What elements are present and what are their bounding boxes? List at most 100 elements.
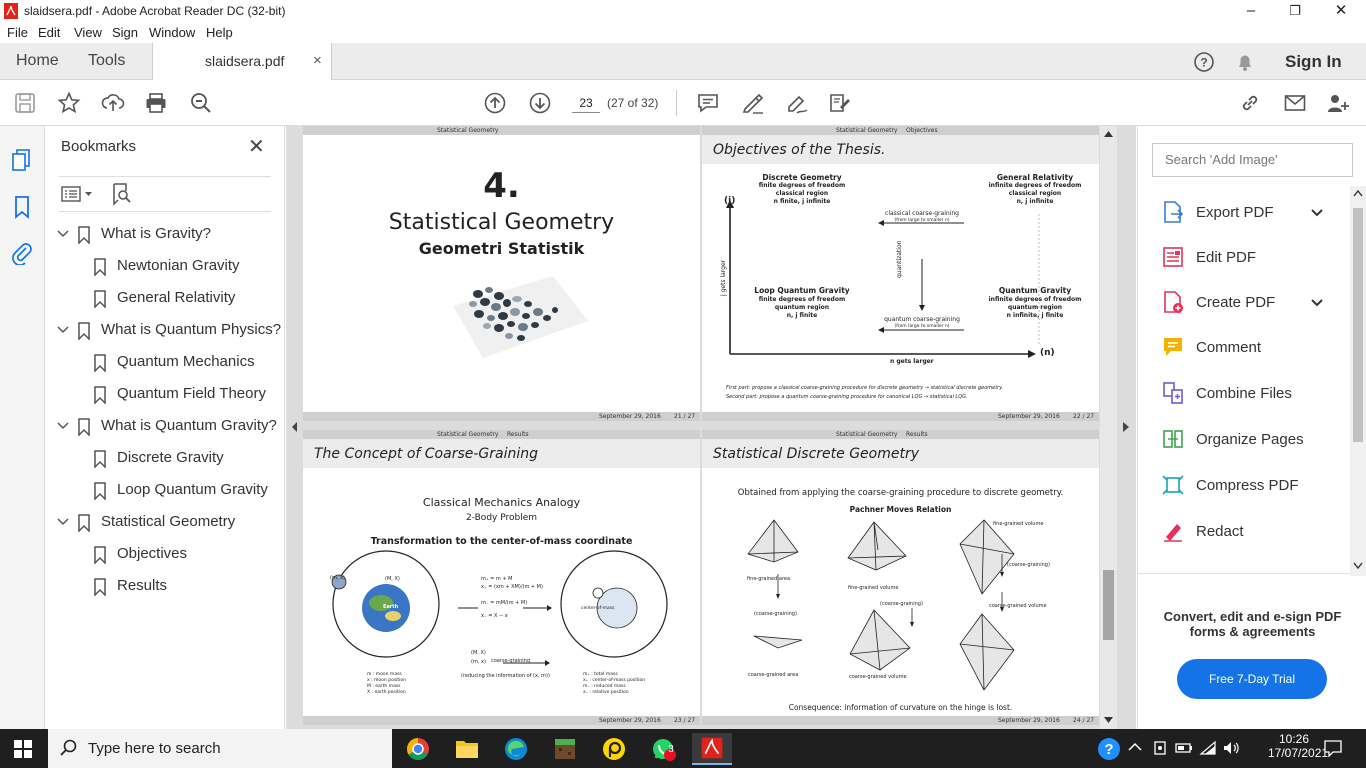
attachments-icon[interactable]: [11, 241, 33, 265]
battery-icon[interactable]: [1175, 741, 1193, 755]
fill-sign-icon[interactable]: [785, 91, 809, 115]
free-trial-button[interactable]: Free 7-Day Trial: [1177, 659, 1327, 699]
minimize-button[interactable]: –: [1228, 0, 1274, 22]
bookmark-discrete-gravity[interactable]: Discrete Gravity: [56, 449, 281, 473]
email-icon[interactable]: [1283, 91, 1307, 115]
minecraft-icon[interactable]: [545, 733, 585, 765]
volume-icon[interactable]: [1222, 740, 1240, 756]
menu-file[interactable]: File: [7, 25, 28, 40]
menu-view[interactable]: View: [74, 25, 102, 40]
chevron-up-icon[interactable]: [1128, 742, 1142, 752]
notification-bell-icon[interactable]: [1234, 51, 1256, 73]
highlight-pen-icon[interactable]: [741, 91, 765, 115]
bookmark-what-is-gravity[interactable]: What is Gravity?: [56, 225, 281, 249]
add-user-icon[interactable]: [1326, 91, 1350, 115]
scroll-up-icon[interactable]: [1103, 130, 1114, 138]
quadrant-text: n finite, j infinite: [773, 198, 831, 205]
send-for-signature-icon[interactable]: [828, 91, 852, 115]
scroll-down-icon[interactable]: [1103, 716, 1114, 724]
bookmark-label: What is Quantum Physics?: [101, 321, 282, 338]
expand-right-panel-icon[interactable]: [1122, 420, 1130, 434]
sign-in-button[interactable]: Sign In: [1285, 52, 1342, 72]
zoom-out-icon[interactable]: [189, 91, 213, 115]
next-page-icon[interactable]: [528, 91, 552, 115]
bookmark-what-is-quantum-physics[interactable]: What is Quantum Physics?: [56, 321, 281, 345]
slide-nav-bar: Statistical Geometry Objectives: [702, 126, 1099, 135]
tab-tools[interactable]: Tools: [88, 52, 125, 70]
acrobat-taskbar-icon[interactable]: [692, 733, 732, 765]
bookmark-quantum-mechanics[interactable]: Quantum Mechanics: [56, 353, 281, 377]
page-number-input[interactable]: 23: [572, 93, 600, 113]
notifications-icon[interactable]: [1323, 739, 1343, 757]
close-bookmarks-icon[interactable]: ✕: [248, 134, 265, 159]
bookmark-results[interactable]: Results: [56, 577, 281, 601]
bookmark-newtonian-gravity[interactable]: Newtonian Gravity: [56, 257, 281, 281]
maximize-button[interactable]: ❐: [1272, 0, 1318, 22]
slide-21: Statistical Geometry 4. Statistical Geom…: [303, 126, 700, 421]
bookmark-general-relativity[interactable]: General Relativity: [56, 289, 281, 313]
bookmark-objectives[interactable]: Objectives: [56, 545, 281, 569]
menu-sign[interactable]: Sign: [112, 25, 138, 40]
bookmark-statistical-geometry[interactable]: Statistical Geometry: [56, 513, 281, 537]
fine-grained-area-label: fine-grained area: [747, 576, 791, 582]
close-window-button[interactable]: ✕: [1318, 0, 1364, 22]
bookmark-star-icon[interactable]: [57, 91, 81, 115]
chevron-down-icon[interactable]: [56, 323, 70, 337]
tools-search-input[interactable]: Search 'Add Image': [1152, 143, 1353, 177]
share-upload-icon[interactable]: [101, 91, 125, 115]
windows-start-icon[interactable]: [14, 740, 32, 758]
collapse-left-panel-icon[interactable]: [289, 420, 299, 434]
tool-label: Organize Pages: [1196, 431, 1304, 448]
wifi-icon[interactable]: [1199, 740, 1217, 756]
previous-page-icon[interactable]: [483, 91, 507, 115]
save-icon[interactable]: [13, 91, 37, 115]
menu-window[interactable]: Window: [149, 25, 195, 40]
bookmark-label: Quantum Field Theory: [117, 385, 266, 402]
scroll-down-icon[interactable]: [1353, 562, 1363, 569]
nav-subsection-label: Results: [906, 431, 928, 438]
device-tray-icon[interactable]: [1152, 740, 1168, 756]
chevron-down-icon[interactable]: [56, 515, 70, 529]
chevron-down-icon[interactable]: [1310, 296, 1324, 310]
quadrant-text: n infinite, j finite: [1006, 312, 1064, 319]
help-tray-icon[interactable]: ?: [1097, 737, 1121, 761]
bookmark-what-is-quantum-gravity[interactable]: What is Quantum Gravity?: [56, 417, 281, 441]
link-icon[interactable]: [1238, 91, 1262, 115]
tab-home[interactable]: Home: [16, 52, 59, 70]
bookmark-quantum-field-theory[interactable]: Quantum Field Theory: [56, 385, 281, 409]
tools-panel-scrollbar[interactable]: [1350, 186, 1366, 576]
chat-app-icon[interactable]: [594, 733, 634, 765]
page-thumbnails-icon[interactable]: [11, 148, 33, 172]
system-clock[interactable]: 10:26 17/07/2021: [1268, 732, 1328, 760]
chevron-down-icon[interactable]: [56, 227, 70, 241]
file-explorer-icon[interactable]: [447, 733, 487, 765]
comment-tool-icon[interactable]: [696, 91, 720, 115]
slide-page-number: 23 / 27: [674, 717, 696, 724]
document-scroll-thumb[interactable]: [1103, 570, 1114, 640]
chevron-down-icon[interactable]: [56, 419, 70, 433]
chevron-down-icon[interactable]: [1310, 206, 1324, 220]
menu-edit[interactable]: Edit: [38, 25, 60, 40]
taskbar-search-box[interactable]: Type here to search: [48, 729, 392, 768]
bookmarks-panel-icon[interactable]: [11, 195, 33, 219]
document-view[interactable]: Statistical Geometry 4. Statistical Geom…: [286, 126, 1136, 729]
edge-icon[interactable]: [496, 733, 536, 765]
bookmark-loop-quantum-gravity[interactable]: Loop Quantum Gravity: [56, 481, 281, 505]
menu-help[interactable]: Help: [206, 25, 233, 40]
close-tab-icon[interactable]: ×: [313, 52, 322, 69]
edit-pdf-icon: [1163, 247, 1183, 267]
document-scrollbar[interactable]: [1100, 126, 1117, 729]
help-icon[interactable]: ?: [1193, 51, 1215, 73]
whatsapp-icon[interactable]: [643, 733, 683, 765]
coarse-graining-note: (reducing the information of (x, m)): [461, 673, 550, 679]
analogy-subheading: 2-Body Problem: [465, 513, 538, 523]
scroll-up-icon[interactable]: [1353, 190, 1363, 197]
print-icon[interactable]: [144, 91, 168, 115]
bookmark-options-icon[interactable]: [61, 185, 95, 203]
new-bookmark-search-icon[interactable]: [111, 182, 133, 206]
bookmark-icon: [78, 514, 90, 532]
tab-document[interactable]: slaidsera.pdf ×: [152, 43, 332, 80]
tools-scroll-thumb[interactable]: [1353, 208, 1363, 442]
chrome-icon[interactable]: [398, 733, 438, 765]
coarse-grained-volume-label: coarse-grained volume: [849, 674, 907, 680]
